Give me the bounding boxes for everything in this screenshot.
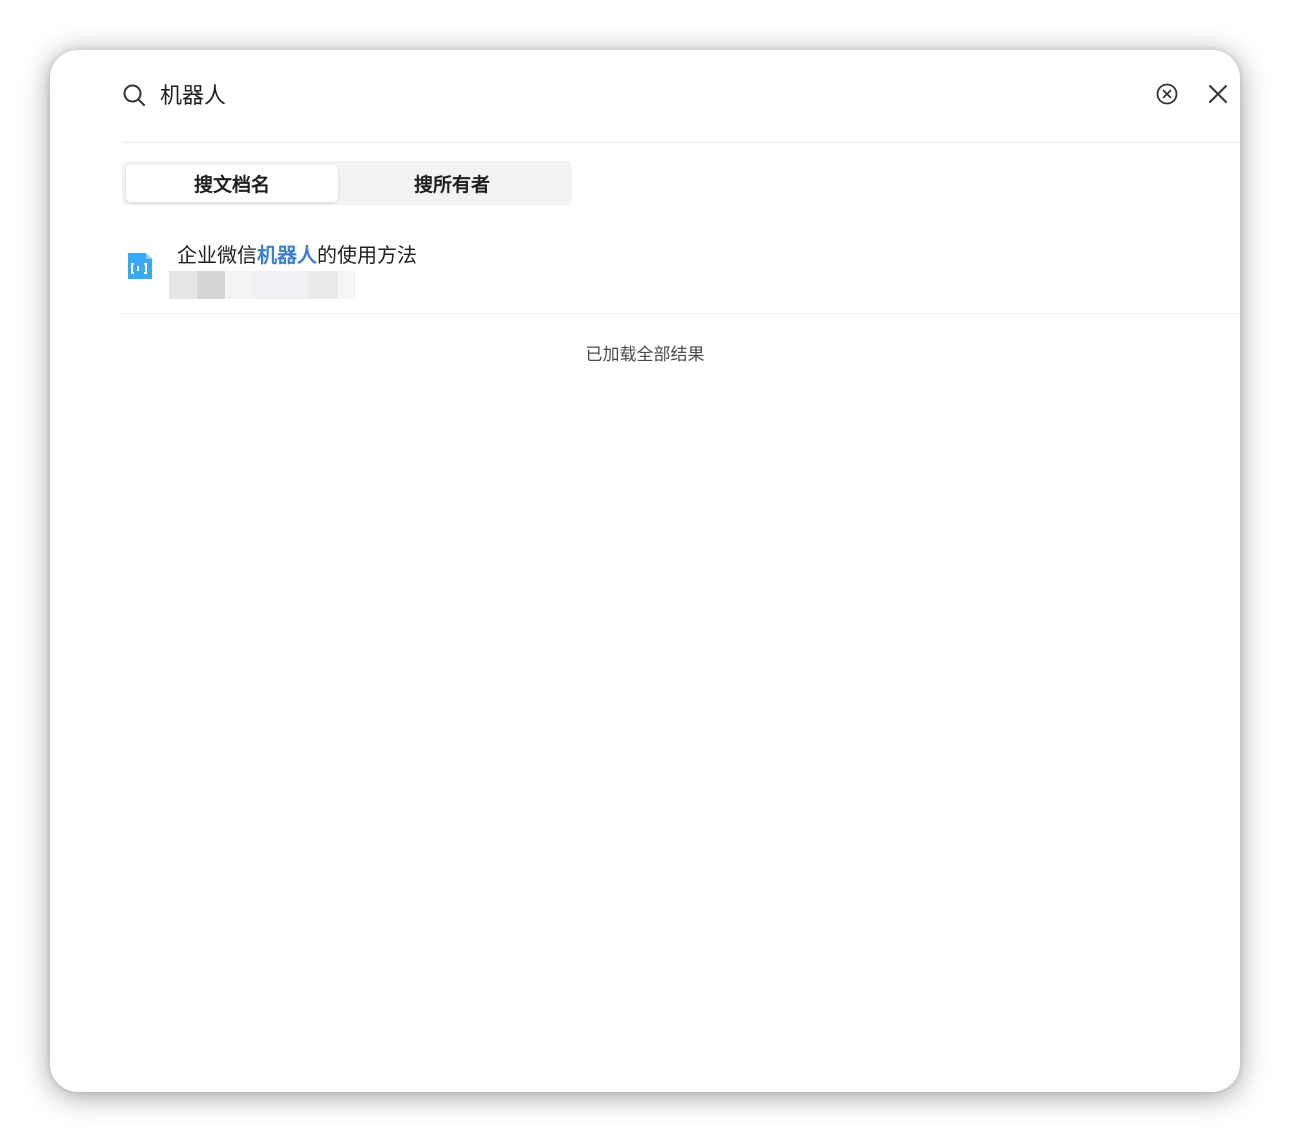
result-title-suffix: 的使用方法 <box>317 243 417 267</box>
search-icon <box>123 84 145 106</box>
result-title-highlight: 机器人 <box>257 243 317 267</box>
result-title: 企业微信机器人的使用方法 <box>177 239 417 268</box>
tab-search-owner[interactable]: 搜所有者 <box>346 164 558 202</box>
document-icon <box>128 253 152 279</box>
search-input[interactable] <box>160 77 960 111</box>
search-bar <box>122 50 1240 143</box>
clear-circle-icon[interactable] <box>1155 82 1179 106</box>
load-status: 已加载全部结果 <box>585 345 705 365</box>
result-item[interactable]: 企业微信机器人的使用方法 <box>122 225 1240 314</box>
search-dialog: 搜文档名 搜所有者 企业微信机器人的使用方法 已加载全部结果 <box>50 50 1240 1092</box>
search-mode-tabs: 搜文档名 搜所有者 <box>122 161 572 205</box>
result-meta-blurred <box>169 271 356 299</box>
result-title-prefix: 企业微信 <box>177 243 257 267</box>
close-icon[interactable] <box>1207 83 1229 105</box>
tab-search-doc-name[interactable]: 搜文档名 <box>126 164 338 202</box>
